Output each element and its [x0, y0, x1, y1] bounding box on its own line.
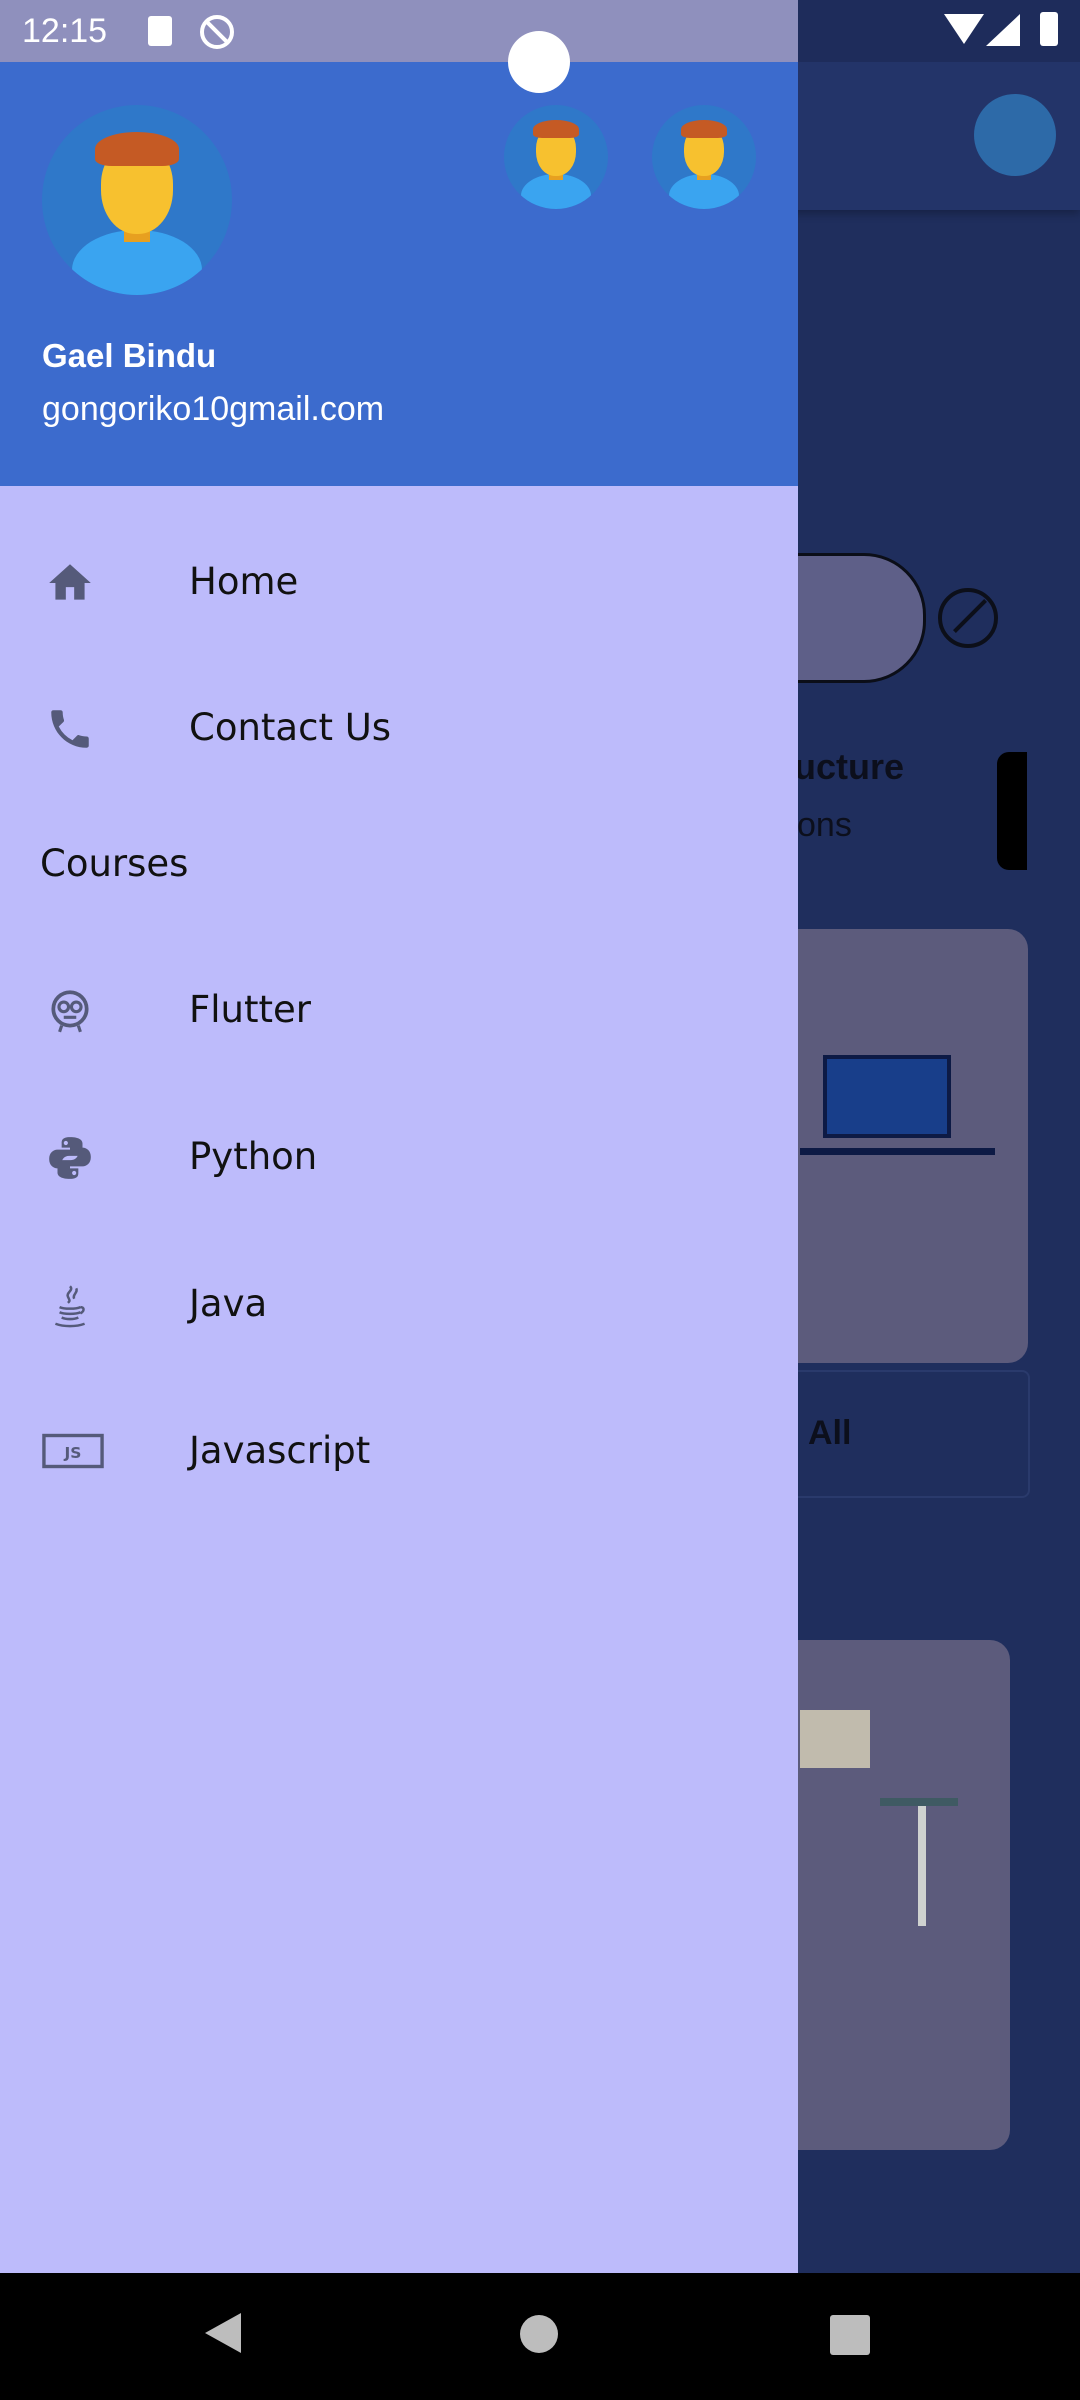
java-icon — [54, 1285, 86, 1328]
menu-item-label: Java — [189, 1282, 268, 1325]
chair-illustration — [800, 1710, 870, 1768]
menu-item-contact-us[interactable]: Contact Us — [0, 668, 798, 788]
menu-item-label: Home — [189, 560, 299, 603]
back-icon[interactable] — [205, 2313, 241, 2353]
view-all-label: All — [808, 1414, 852, 1452]
desk-illustration — [800, 1148, 995, 1155]
menu-item-python[interactable]: Python — [0, 1097, 798, 1217]
recent-apps-icon[interactable] — [830, 2315, 870, 2355]
edit-icon[interactable] — [938, 588, 998, 648]
other-account-avatar[interactable] — [652, 105, 756, 209]
menu-item-flutter[interactable]: Flutter — [0, 950, 798, 1070]
status-time: 12:15 — [22, 12, 108, 50]
courses-section-title: Courses — [40, 842, 189, 885]
signal-icon — [986, 14, 1020, 46]
python-icon — [49, 1137, 91, 1179]
navigation-drawer: Gael Bindu gongoriko10gmail.com Home Con… — [0, 62, 798, 2273]
javascript-icon: JS — [42, 1433, 104, 1469]
home-button-icon[interactable] — [520, 2315, 558, 2353]
home-icon — [49, 564, 91, 600]
view-all-button[interactable]: All — [760, 1370, 1030, 1498]
course-card-title: ructure — [780, 746, 905, 787]
system-navigation-bar — [0, 2273, 1080, 2400]
user-avatar[interactable] — [42, 105, 232, 295]
menu-item-label: Contact Us — [189, 706, 392, 749]
touch-indicator — [508, 31, 570, 93]
user-email: gongoriko10gmail.com — [42, 390, 385, 428]
menu-item-label: Javascript — [189, 1429, 371, 1472]
flutter-icon — [51, 990, 89, 1033]
menu-item-label: Python — [189, 1135, 318, 1178]
menu-item-label: Flutter — [189, 988, 312, 1031]
computer-illustration — [823, 1055, 951, 1138]
menu-item-home[interactable]: Home — [0, 522, 798, 642]
security-illustration-card[interactable] — [760, 929, 1028, 1363]
table-illustration — [880, 1798, 958, 1806]
menu-item-java[interactable]: Java — [0, 1244, 798, 1364]
battery-icon — [1040, 12, 1058, 46]
user-name: Gael Bindu — [42, 337, 217, 374]
wifi-icon — [944, 14, 984, 44]
status-bar-drawer-overlay — [0, 0, 798, 62]
profile-avatar[interactable] — [974, 94, 1056, 176]
javascript-icon-text: JS — [64, 1444, 82, 1462]
menu-item-javascript[interactable]: JS Javascript — [0, 1391, 798, 1511]
table-leg-illustration — [918, 1806, 926, 1926]
sd-card-icon — [148, 16, 172, 46]
do-not-disturb-icon — [200, 15, 234, 49]
drawer-header: Gael Bindu gongoriko10gmail.com — [0, 62, 798, 486]
course-card-button[interactable] — [997, 752, 1027, 870]
phone-icon — [51, 710, 89, 748]
other-account-avatar[interactable] — [504, 105, 608, 209]
